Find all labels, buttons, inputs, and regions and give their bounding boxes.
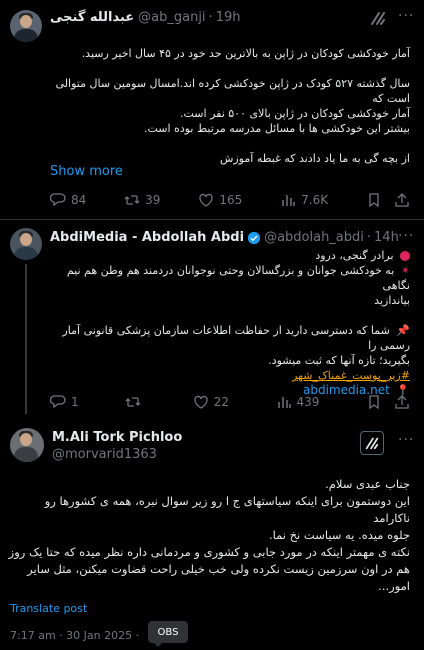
tweet-line: این دوستمون برای اینکه سیاستهای ج ا رو ز…: [44, 494, 410, 525]
views-button[interactable]: 439: [276, 394, 320, 410]
repost-count: 39: [145, 193, 161, 207]
avatar[interactable]: [10, 228, 42, 260]
like-button[interactable]: 22: [193, 394, 229, 410]
pushpin-icon: 📌: [396, 324, 410, 337]
more-icon[interactable]: ···: [398, 228, 414, 244]
red-circle-icon: [400, 251, 410, 261]
views-icon: [282, 195, 295, 206]
more-icon[interactable]: ···: [398, 432, 414, 448]
reply-button[interactable]: 1: [50, 394, 79, 410]
tweet-text: برادر گنجی، درود ✴ به خودکشی جوانان و بز…: [50, 248, 410, 398]
timestamp[interactable]: 19h: [216, 10, 241, 25]
tweet-line: آمار خودکشی کودکان در ژاپن بالای ۵۰۰ نفر…: [180, 107, 410, 120]
reply-button[interactable]: 84: [50, 192, 86, 208]
repost-button[interactable]: 39: [124, 192, 160, 208]
reply-icon: [50, 395, 66, 409]
more-icon[interactable]: ···: [398, 8, 414, 24]
view-count: 439: [296, 395, 320, 409]
sparkle-icon: ✴: [400, 264, 410, 277]
bookmark-icon[interactable]: [366, 192, 382, 208]
reply-icon: [50, 193, 66, 207]
tweet-header: AbdiMedia - Abdollah Abdi @abdolah_abdi …: [50, 230, 399, 245]
action-bar: 1 22 439: [50, 394, 410, 410]
avatar[interactable]: [10, 10, 42, 42]
reply-count: 1: [71, 395, 79, 409]
tweet-line: ✴ به خودکشی جوانان و بزرگسالان وحتی نوجو…: [66, 264, 410, 292]
avatar[interactable]: [10, 428, 44, 462]
bookmark-icon[interactable]: [366, 394, 382, 410]
tweet-line: جلوه میده. یه سیاست نخ نما.: [268, 528, 410, 542]
translate-post-link[interactable]: Translate post: [10, 602, 87, 615]
tweet-line: سال گذشته ۵۲۷ کودک در ژاپن خودکشی کرده ا…: [55, 77, 410, 105]
tweet-line: آمار خودکشی کودکان در ژاپن به بالاترین ح…: [81, 47, 410, 60]
tweet-text: آمار خودکشی کودکان در ژاپن به بالاترین ح…: [50, 46, 410, 166]
heart-icon: [199, 193, 213, 207]
tweet-text: جناب عبدی سلام. این دوستمون برای اینکه س…: [6, 476, 410, 595]
thread-line: [25, 264, 27, 414]
tweet-line: جناب عبدی سلام.: [325, 477, 410, 491]
author-name[interactable]: M.Ali Tork Pichloo: [52, 430, 182, 445]
tweet-line: بیشتر این خودکشی ها با مسائل مدرسه مرتبط…: [143, 122, 410, 135]
action-bar: 84 39 165 7.6K: [50, 192, 410, 208]
grok-icon[interactable]: [369, 9, 387, 27]
tweet-1[interactable]: عبدالله گنجی @ab_ganji · 19h ··· آمار خو…: [0, 0, 424, 215]
show-more-link[interactable]: Show more: [50, 164, 123, 179]
tweet-line: هم در اون سرزمین زیست نکرده ولی خب خیلی …: [27, 562, 410, 576]
reply-count: 84: [71, 193, 87, 207]
tweet-line: نکته ی مهمتر اینکه در مورد جابی و کشوری …: [8, 545, 410, 559]
share-icon[interactable]: [394, 192, 410, 208]
author-handle-line: @morvarid1363: [52, 447, 157, 462]
grok-button[interactable]: [360, 431, 384, 455]
author-handle[interactable]: @ab_ganji: [138, 10, 205, 25]
like-count: 165: [219, 193, 243, 207]
views-icon: [277, 397, 291, 408]
author-handle[interactable]: @morvarid1363: [52, 447, 157, 462]
like-count: 22: [213, 395, 229, 409]
share-icon[interactable]: [394, 394, 410, 410]
post-timestamp[interactable]: 7:17 am · 30 Jan 2025 ·: [10, 629, 139, 642]
tweet-line: برادر گنجی، درود: [50, 248, 410, 263]
heart-icon: [194, 395, 208, 409]
tweet-line: 📌 شما که دسترسی دارید از حفاظت اطلاعات س…: [62, 324, 411, 352]
hashtag-link[interactable]: #زیر_پوست_غمناک_شهر: [50, 368, 410, 383]
verified-icon: [247, 231, 261, 244]
views-button[interactable]: 7.6K: [280, 192, 328, 208]
repost-icon: [124, 195, 140, 205]
tweet-line: بیاندازید: [374, 294, 410, 307]
tweet-line: بگیرید؛ تازه آنها که ثبت میشود.: [268, 354, 410, 367]
tweet-header: عبدالله گنجی @ab_ganji · 19h: [50, 10, 241, 25]
author-name-line: M.Ali Tork Pichloo: [52, 430, 182, 445]
tweet-2[interactable]: AbdiMedia - Abdollah Abdi @abdolah_abdi …: [0, 220, 424, 420]
author-name[interactable]: عبدالله گنجی: [50, 10, 134, 25]
author-handle[interactable]: @abdolah_abdi: [264, 230, 364, 245]
tweet-3-focused[interactable]: M.Ali Tork Pichloo @morvarid1363 ··· جنا…: [0, 420, 424, 650]
author-name[interactable]: AbdiMedia - Abdollah Abdi: [50, 230, 244, 245]
grok-icon: [365, 437, 379, 450]
repost-icon: [125, 397, 141, 407]
view-count: 7.6K: [301, 193, 329, 207]
timestamp[interactable]: 14h: [374, 230, 399, 245]
like-button[interactable]: 165: [198, 192, 242, 208]
repost-button[interactable]: [125, 394, 146, 410]
tweet-line: امور...: [378, 579, 410, 593]
tooltip: OBS: [148, 621, 188, 647]
